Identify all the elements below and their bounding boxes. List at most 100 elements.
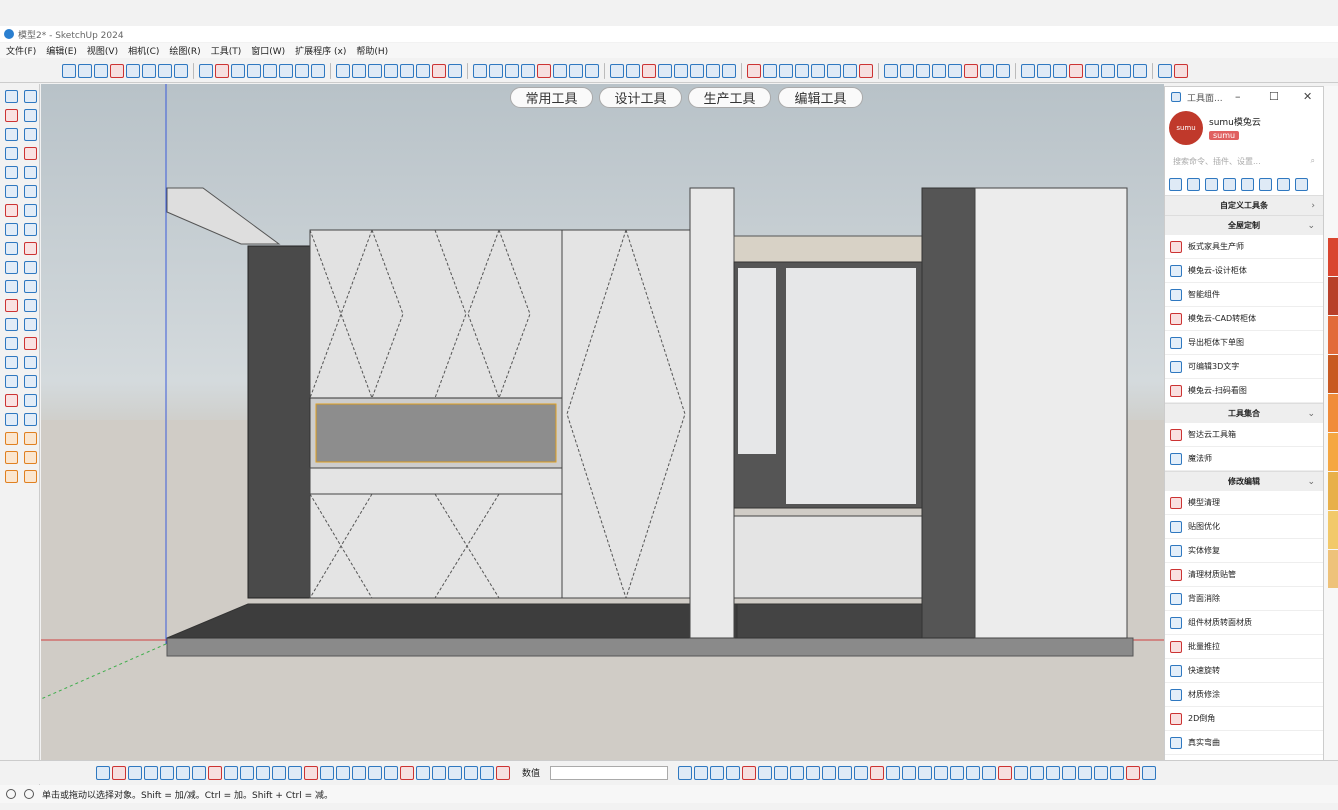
left-tool-icon[interactable] [24, 90, 37, 103]
bottom-tool-icon[interactable] [1014, 765, 1029, 780]
left-tool-icon[interactable] [24, 147, 37, 160]
menu-draw[interactable]: 绘图(R) [169, 44, 200, 57]
toolbar-tool-icon[interactable] [916, 63, 930, 78]
measurements-box[interactable] [550, 765, 669, 780]
bottom-tool-icon[interactable] [128, 765, 142, 780]
left-tool-icon[interactable] [24, 261, 37, 274]
bottom-tool-icon[interactable] [694, 765, 709, 780]
panel-tool-item[interactable]: 背面消除 [1165, 587, 1323, 611]
bottom-tool-icon[interactable] [854, 765, 869, 780]
panel-section-header[interactable]: 全屋定制 ⌄ [1165, 215, 1323, 235]
toolbar-tool-icon[interactable] [795, 63, 809, 78]
toolbar-tool-icon[interactable] [1053, 63, 1067, 78]
tab-production-tools[interactable]: 生产工具 [688, 87, 771, 108]
panel-tool-item[interactable]: 模兔云-扫码看图 [1165, 379, 1323, 403]
toolbar-tool-icon[interactable] [158, 63, 172, 78]
menu-edit[interactable]: 编辑(E) [46, 44, 77, 57]
bottom-tool-icon[interactable] [448, 765, 462, 780]
toolbar-tool-icon[interactable] [996, 63, 1010, 78]
bottom-tool-icon[interactable] [838, 765, 853, 780]
panel-tool-item[interactable]: 材质修涂 [1165, 683, 1323, 707]
toolbar-tool-icon[interactable] [964, 63, 978, 78]
model-viewport[interactable]: 常用工具 设计工具 生产工具 编辑工具 [41, 84, 1164, 760]
bottom-tool-icon[interactable] [288, 765, 302, 780]
left-tool-icon[interactable] [24, 299, 37, 312]
bottom-tool-icon[interactable] [822, 765, 837, 780]
left-tool-icon[interactable] [24, 242, 37, 255]
toolbar-tool-icon[interactable] [1069, 63, 1083, 78]
toolbar-tool-icon[interactable] [247, 63, 261, 78]
toolbar-tool-icon[interactable] [295, 63, 309, 78]
search-icon[interactable]: ⌕ [1311, 156, 1315, 166]
shortcut-icon[interactable] [1241, 177, 1254, 191]
left-tool-icon[interactable] [5, 318, 18, 331]
bottom-tool-icon[interactable] [368, 765, 382, 780]
panel-tool-item[interactable]: 模型清理 [1165, 491, 1323, 515]
bottom-tool-icon[interactable] [726, 765, 741, 780]
toolbar-tool-icon[interactable] [747, 63, 761, 78]
tab-design-tools[interactable]: 设计工具 [599, 87, 682, 108]
panel-tool-item[interactable]: 智能组件 [1165, 283, 1323, 307]
toolbar-tool-icon[interactable] [505, 63, 519, 78]
maximize-icon[interactable]: ☐ [1269, 90, 1279, 103]
shortcut-icon[interactable] [1223, 177, 1236, 191]
left-tool-icon[interactable] [5, 128, 18, 141]
toolbar-tool-icon[interactable] [722, 63, 736, 78]
toolbar-tool-icon[interactable] [884, 63, 898, 78]
bottom-tool-icon[interactable] [160, 765, 174, 780]
left-tool-icon[interactable] [5, 90, 18, 103]
toolbar-tool-icon[interactable] [215, 63, 229, 78]
panel-tool-item[interactable]: 魔法师 [1165, 447, 1323, 471]
left-tool-icon[interactable] [5, 147, 18, 160]
bottom-tool-icon[interactable] [320, 765, 334, 780]
toolbar-tool-icon[interactable] [126, 63, 140, 78]
left-tool-icon[interactable] [24, 356, 37, 369]
color-swatch[interactable] [1328, 511, 1338, 549]
bottom-tool-icon[interactable] [902, 765, 917, 780]
toolbar-tool-icon[interactable] [231, 63, 245, 78]
left-tool-icon[interactable] [5, 375, 18, 388]
bottom-tool-icon[interactable] [464, 765, 478, 780]
panel-tool-item[interactable]: 智达云工具箱 [1165, 423, 1323, 447]
geo-location-icon[interactable] [6, 789, 16, 799]
toolbar-tool-icon[interactable] [311, 63, 325, 78]
color-swatch[interactable] [1328, 238, 1338, 276]
left-tool-icon[interactable] [24, 337, 37, 350]
bottom-tool-icon[interactable] [918, 765, 933, 780]
color-swatch[interactable] [1328, 472, 1338, 510]
panel-section-header[interactable]: 工具集合 ⌄ [1165, 403, 1323, 423]
bottom-tool-icon[interactable] [240, 765, 254, 780]
toolbar-tool-icon[interactable] [199, 63, 213, 78]
bottom-tool-icon[interactable] [176, 765, 190, 780]
color-swatch[interactable] [1328, 394, 1338, 432]
bottom-tool-icon[interactable] [1126, 765, 1141, 780]
bottom-tool-icon[interactable] [1046, 765, 1061, 780]
menu-view[interactable]: 视图(V) [87, 44, 118, 57]
toolbar-tool-icon[interactable] [368, 63, 382, 78]
left-tool-icon[interactable] [5, 432, 18, 445]
left-tool-icon[interactable] [5, 337, 18, 350]
search-input[interactable]: 搜索命令、插件、设置... [1173, 156, 1261, 167]
bottom-tool-icon[interactable] [1030, 765, 1045, 780]
shortcut-icon[interactable] [1205, 177, 1218, 191]
left-tool-icon[interactable] [5, 280, 18, 293]
bottom-tool-icon[interactable] [144, 765, 158, 780]
bottom-tool-icon[interactable] [336, 765, 350, 780]
toolbar-tool-icon[interactable] [473, 63, 487, 78]
toolbar-tool-icon[interactable] [432, 63, 446, 78]
panel-tool-item[interactable]: 贴图优化 [1165, 515, 1323, 539]
toolbar-tool-icon[interactable] [78, 63, 92, 78]
menu-file[interactable]: 文件(F) [6, 44, 36, 57]
toolbar-tool-icon[interactable] [1133, 63, 1147, 78]
toolbar-tool-icon[interactable] [384, 63, 398, 78]
toolbar-tool-icon[interactable] [448, 63, 462, 78]
toolbar-tool-icon[interactable] [827, 63, 841, 78]
left-tool-icon[interactable] [5, 242, 18, 255]
bottom-tool-icon[interactable] [870, 765, 885, 780]
menu-tools[interactable]: 工具(T) [211, 44, 242, 57]
bottom-tool-icon[interactable] [400, 765, 414, 780]
bottom-tool-icon[interactable] [966, 765, 981, 780]
panel-tool-item[interactable]: 批量推拉 [1165, 635, 1323, 659]
menu-help[interactable]: 帮助(H) [356, 44, 388, 57]
bottom-tool-icon[interactable] [496, 765, 510, 780]
